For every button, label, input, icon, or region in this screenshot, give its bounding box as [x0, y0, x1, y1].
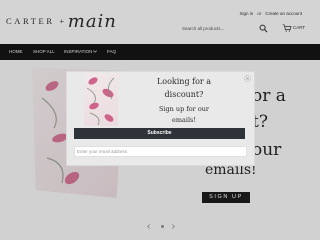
modal-subtitle-line2: emails! [172, 116, 196, 124]
email-field[interactable]: Enter your email address [74, 146, 247, 157]
modal-title-line1: Looking for a [156, 77, 212, 86]
modal-fabric-image [84, 73, 118, 126]
modal-subtitle: Sign up for our emails! [120, 104, 248, 126]
modal-title-line2: discount? [164, 90, 204, 99]
modal-title: Looking for a discount? [120, 75, 248, 101]
close-icon[interactable] [244, 75, 251, 82]
modal-subtitle-line1: Sign up for our [158, 105, 210, 113]
subscribe-button[interactable]: Subscribe [74, 128, 245, 139]
